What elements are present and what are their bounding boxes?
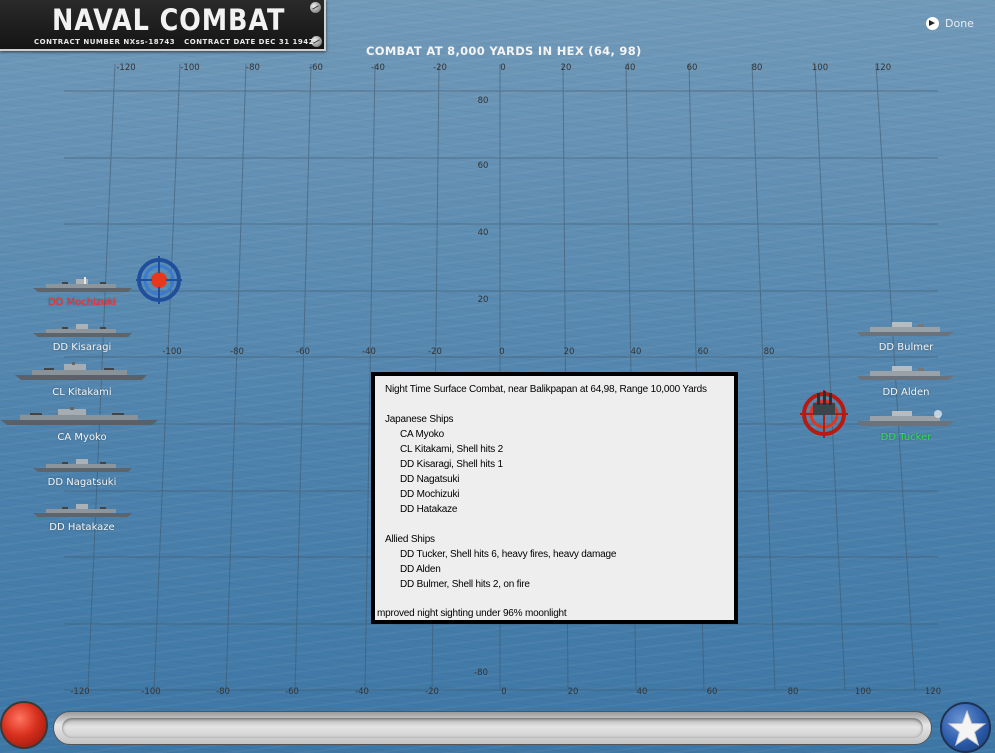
ship-icon-kitakami[interactable]	[14, 362, 149, 382]
ship-icon-nagatsuki[interactable]	[32, 456, 134, 474]
report-line: DD Kisaragi, Shell hits 1	[400, 459, 503, 470]
message-scroll-bar	[53, 711, 932, 745]
ship-icon-alden[interactable]	[856, 364, 956, 382]
axis-label: 80	[477, 96, 489, 106]
ship-label-kitakami: CL Kitakami	[52, 387, 112, 398]
ship-label-bulmer: DD Bulmer	[878, 342, 934, 353]
report-line: DD Hatakaze	[400, 504, 458, 515]
axis-label: -80	[230, 347, 244, 357]
ship-icon-mochizuki[interactable]	[32, 276, 134, 294]
combat-report-panel: Night Time Surface Combat, near Balikpap…	[371, 372, 738, 624]
axis-label: -120	[116, 63, 136, 73]
axis-label: 80	[787, 687, 799, 697]
axis-label: 120	[924, 687, 942, 697]
axis-label: 0	[501, 687, 507, 697]
axis-label: 40	[630, 347, 642, 357]
axis-label: -40	[355, 687, 369, 697]
done-label: Done	[945, 17, 974, 30]
axis-label: 100	[811, 63, 829, 73]
report-line: DD Tucker, Shell hits 6, heavy fires, he…	[400, 549, 617, 560]
contract-number: CONTRACT NUMBER NXss-18743	[34, 38, 176, 46]
ship-label-mochizuki: DD Mochizuki	[47, 297, 117, 308]
ship-icon-tucker[interactable]	[856, 408, 956, 428]
axis-label: 20	[567, 687, 579, 697]
axis-label: -100	[180, 63, 200, 73]
axis-label: 100	[854, 687, 872, 697]
axis-label: 20	[563, 347, 575, 357]
naval-combat-plaque: NAVAL COMBAT CONTRACT NUMBER NXss-18743 …	[0, 0, 326, 51]
done-button[interactable]: Done	[926, 17, 974, 30]
ship-icon-hatakaze[interactable]	[32, 501, 134, 519]
axis-label: -20	[425, 687, 439, 697]
ship-icon-bulmer[interactable]	[856, 320, 956, 338]
report-allied-header: Allied Ships	[385, 534, 435, 545]
star-button[interactable]	[940, 702, 991, 753]
axis-label: 40	[636, 687, 648, 697]
axis-label: -20	[428, 347, 442, 357]
message-scroll-track	[62, 718, 923, 738]
combat-title: COMBAT AT 8,000 YARDS IN HEX (64, 98)	[366, 44, 642, 58]
report-footer: mproved night sighting under 96% moonlig…	[377, 608, 567, 619]
star-icon	[947, 709, 987, 747]
contract-info: CONTRACT NUMBER NXss-18743 CONTRACT DATE…	[34, 38, 314, 46]
axis-label: 80	[751, 63, 763, 73]
axis-label: -60	[296, 347, 310, 357]
report-line: DD Bulmer, Shell hits 2, on fire	[400, 579, 530, 590]
axis-label: -20	[433, 63, 447, 73]
red-button[interactable]	[0, 701, 48, 749]
axis-label: -60	[309, 63, 323, 73]
contract-date: CONTRACT DATE DEC 31 1942	[184, 38, 314, 46]
screw-icon	[310, 2, 321, 13]
axis-label: 120	[874, 63, 892, 73]
axis-label: -100	[141, 687, 161, 697]
axis-label: -40	[371, 63, 385, 73]
report-line: DD Mochizuki	[400, 489, 460, 500]
axis-label: 20	[477, 295, 489, 305]
axis-label: -40	[362, 347, 376, 357]
axis-label: 40	[624, 63, 636, 73]
ship-label-kisaragi: DD Kisaragi	[52, 342, 112, 353]
ship-icon-myoko[interactable]	[0, 407, 160, 427]
report-japanese-header: Japanese Ships	[385, 414, 454, 425]
ship-label-alden: DD Alden	[882, 387, 930, 398]
axis-label: -80	[474, 668, 488, 678]
axis-label: -80	[216, 687, 230, 697]
ship-icon-kisaragi[interactable]	[32, 321, 134, 339]
ship-label-hatakaze: DD Hatakaze	[49, 522, 115, 533]
axis-label: 0	[499, 347, 505, 357]
ship-label-myoko: CA Myoko	[57, 432, 107, 443]
axis-label: 40	[477, 228, 489, 238]
axis-label: 60	[686, 63, 698, 73]
report-line: CL Kitakami, Shell hits 2	[400, 444, 504, 455]
report-line: CA Myoko	[400, 429, 444, 440]
blue-crosshair-icon	[136, 256, 182, 304]
axis-label: -80	[246, 63, 260, 73]
axis-label: 60	[706, 687, 718, 697]
axis-label: 20	[560, 63, 572, 73]
report-line: DD Nagatsuki	[400, 474, 460, 485]
red-crosshair-icon	[800, 390, 848, 438]
axis-label: 60	[697, 347, 709, 357]
axis-label: -100	[162, 347, 182, 357]
axis-label: 60	[477, 161, 489, 171]
page-title: NAVAL COMBAT	[52, 3, 286, 37]
ship-label-tucker: DD Tucker	[880, 432, 932, 443]
report-heading: Night Time Surface Combat, near Balikpap…	[385, 384, 707, 395]
axis-label: 0	[500, 63, 506, 73]
report-line: DD Alden	[400, 564, 441, 575]
axis-label: 80	[763, 347, 775, 357]
axis-label: -60	[285, 687, 299, 697]
ship-label-nagatsuki: DD Nagatsuki	[47, 477, 117, 488]
play-circle-icon	[926, 17, 939, 30]
axis-label: -120	[70, 687, 90, 697]
